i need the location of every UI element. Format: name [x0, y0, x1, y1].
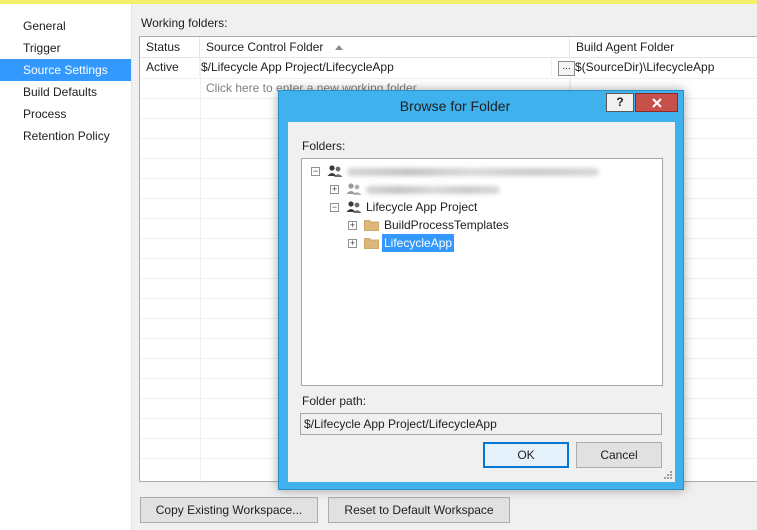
settings-nav: General Trigger Source Settings Build De…	[0, 4, 132, 530]
tree-node-buildprocesstemplates[interactable]: + BuildProcessTemplates	[348, 216, 648, 234]
help-icon: ?	[616, 95, 624, 109]
close-button[interactable]	[635, 93, 678, 112]
collapse-icon[interactable]: −	[330, 203, 339, 212]
dialog-title: Browse for Folder	[399, 98, 511, 114]
grid-row-line	[140, 78, 757, 79]
row-agent-folder-cell[interactable]: $(SourceDir)\LifecycleApp	[570, 58, 757, 77]
folder-path-label: Folder path:	[302, 394, 367, 408]
sort-ascending-icon	[335, 45, 344, 50]
expand-icon[interactable]: +	[348, 221, 357, 230]
nav-item-trigger[interactable]: Trigger	[0, 37, 131, 59]
folders-label: Folders:	[302, 139, 346, 153]
browse-for-folder-dialog: Browse for Folder ? Folders: − + − Lifec…	[278, 90, 684, 490]
help-button[interactable]: ?	[606, 93, 634, 112]
ok-button[interactable]: OK	[483, 442, 569, 468]
expand-icon[interactable]: +	[330, 185, 339, 194]
column-header-status[interactable]: Status	[140, 37, 200, 58]
row-source-folder-cell[interactable]: $/Lifecycle App Project/LifecycleApp	[200, 58, 552, 77]
redacted-collection-name	[366, 186, 500, 194]
users-icon	[346, 183, 362, 195]
column-header-agent-text: Build Agent Folder	[576, 40, 675, 54]
expand-icon[interactable]: +	[348, 239, 357, 248]
nav-item-process[interactable]: Process	[0, 103, 131, 125]
tree-node-lifecycleapp-label: LifecycleApp	[382, 234, 455, 252]
close-icon	[651, 98, 662, 108]
tree-node-lifecycleapp[interactable]: + LifecycleApp	[348, 234, 648, 252]
row-status-cell[interactable]: Active	[140, 58, 200, 77]
nav-item-source-settings[interactable]: Source Settings	[0, 59, 131, 81]
resize-grip-icon[interactable]	[663, 470, 673, 480]
cancel-button[interactable]: Cancel	[576, 442, 662, 468]
column-header-build-agent-folder[interactable]: Build Agent Folder	[570, 37, 757, 58]
column-header-source-control-folder[interactable]: Source Control Folder	[200, 37, 570, 58]
folder-path-field[interactable]: $/Lifecycle App Project/LifecycleApp	[300, 413, 662, 435]
reset-default-workspace-button[interactable]: Reset to Default Workspace	[328, 497, 510, 523]
nav-item-retention-policy[interactable]: Retention Policy	[0, 125, 131, 147]
column-header-source-text: Source Control Folder	[206, 40, 324, 54]
tree-node-project-label: Lifecycle App Project	[366, 200, 478, 214]
dialog-body: Folders: − + − Lifecycle App Project + B…	[288, 122, 675, 482]
users-icon	[346, 201, 362, 213]
tree-node-collection[interactable]: +	[330, 180, 650, 198]
folder-tree[interactable]: − + − Lifecycle App Project + BuildProce…	[301, 158, 663, 386]
folder-icon	[364, 238, 379, 249]
redacted-server-name	[347, 168, 599, 176]
copy-existing-workspace-button[interactable]: Copy Existing Workspace...	[140, 497, 318, 523]
tree-node-buildprocesstemplates-label: BuildProcessTemplates	[384, 218, 509, 232]
folder-icon	[364, 220, 379, 231]
nav-item-general[interactable]: General	[0, 15, 131, 37]
column-header-status-text: Status	[146, 40, 181, 54]
working-folders-label: Working folders:	[141, 16, 228, 30]
users-icon	[327, 165, 343, 177]
nav-item-build-defaults[interactable]: Build Defaults	[0, 81, 131, 103]
collapse-icon[interactable]: −	[311, 167, 320, 176]
tree-node-server[interactable]: −	[311, 162, 651, 180]
tree-node-project[interactable]: − Lifecycle App Project	[330, 198, 650, 216]
